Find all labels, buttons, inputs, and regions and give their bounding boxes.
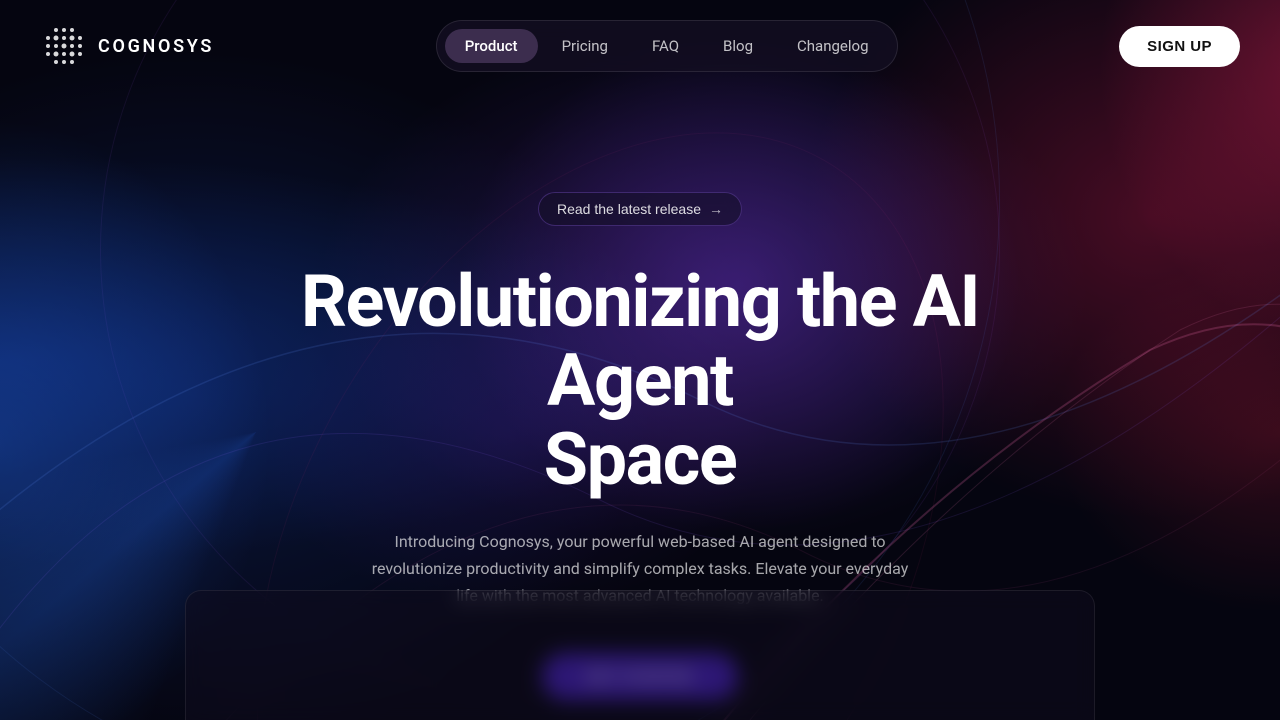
signup-button[interactable]: SIGN UP	[1119, 26, 1240, 67]
nav-item-blog[interactable]: Blog	[703, 29, 773, 63]
hero-title-line2: Space	[544, 417, 737, 502]
logo-text: COGNOSYS	[98, 36, 214, 57]
release-badge-button[interactable]: Read the latest release →	[538, 192, 742, 226]
logo[interactable]: COGNOSYS	[40, 22, 214, 70]
release-badge-text: Read the latest release	[557, 201, 701, 217]
nav-item-changelog[interactable]: Changelog	[777, 29, 888, 63]
release-arrow-icon: →	[709, 201, 723, 217]
hero-title-line1: Revolutionizing the AI Agent	[301, 259, 979, 423]
nav-item-pricing[interactable]: Pricing	[542, 29, 628, 63]
navbar: COGNOSYS Product Pricing FAQ Blog Change…	[0, 0, 1280, 92]
logo-icon	[40, 22, 88, 70]
nav-menu: Product Pricing FAQ Blog Changelog	[436, 20, 898, 72]
bottom-card	[185, 590, 1095, 720]
hero-title: Revolutionizing the AI Agent Space	[290, 262, 990, 500]
nav-item-product[interactable]: Product	[445, 29, 538, 63]
nav-item-faq[interactable]: FAQ	[632, 29, 699, 63]
